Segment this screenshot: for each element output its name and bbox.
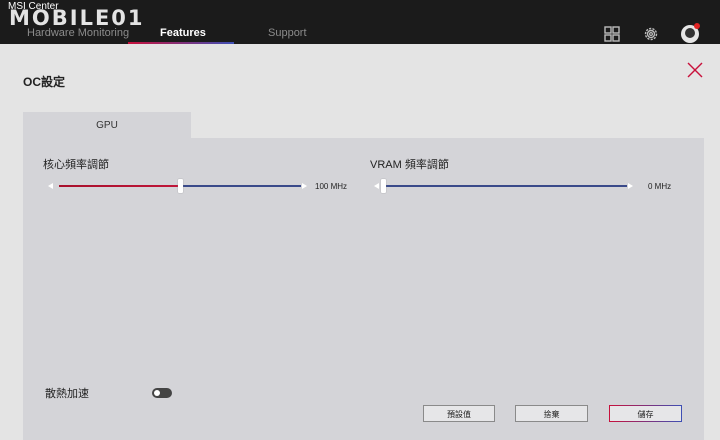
gear-icon[interactable]: [641, 24, 661, 44]
tab-features[interactable]: Features: [160, 27, 206, 39]
fan-boost-label: 散熱加速: [45, 388, 89, 400]
vram-clock-slider-thumb[interactable]: [381, 179, 386, 193]
app-title: MSI Center: [8, 1, 59, 12]
tab-gpu[interactable]: GPU: [23, 112, 191, 138]
core-clock-slider-thumb[interactable]: [178, 179, 183, 193]
arrow-right-icon[interactable]: [302, 183, 307, 189]
close-icon[interactable]: [686, 61, 704, 79]
gpu-settings-panel: [23, 138, 704, 440]
notification-dot: [694, 23, 700, 29]
core-clock-slider-fill: [59, 185, 180, 187]
tab-support[interactable]: Support: [268, 27, 307, 39]
arrow-left-icon[interactable]: [48, 183, 53, 189]
arrow-left-icon[interactable]: [374, 183, 379, 189]
vram-clock-label: VRAM 頻率調節: [370, 159, 449, 171]
core-clock-value: 100 MHz: [315, 182, 348, 191]
toggle-knob: [154, 390, 160, 396]
page-title: OC設定: [23, 75, 66, 89]
vram-clock-value: 0 MHz: [648, 182, 672, 191]
save-button[interactable]: 儲存: [609, 405, 682, 422]
fan-boost-toggle[interactable]: [152, 388, 172, 398]
tab-hardware-monitoring[interactable]: Hardware Monitoring: [27, 27, 129, 39]
vram-clock-slider-track[interactable]: [383, 185, 627, 187]
arrow-right-icon[interactable]: [628, 183, 633, 189]
core-clock-label: 核心頻率調節: [43, 159, 109, 171]
active-tab-indicator: [128, 42, 234, 44]
default-button[interactable]: 預設值: [423, 405, 495, 422]
discard-button[interactable]: 捨棄: [515, 405, 588, 422]
grid-icon[interactable]: [602, 24, 622, 44]
top-bar: MOBILE01 MSI Center Hardware Monitoring …: [0, 0, 720, 44]
